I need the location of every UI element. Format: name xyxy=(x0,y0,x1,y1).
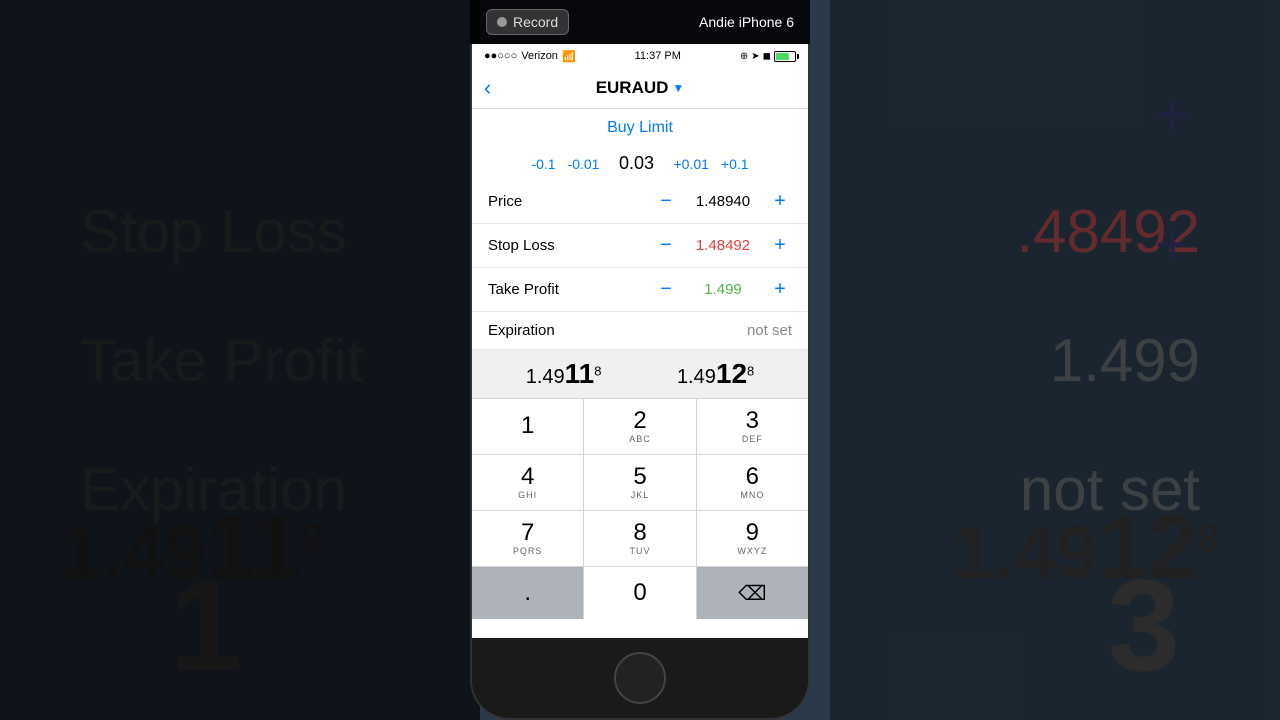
arrow-icon: ➤ xyxy=(751,51,759,62)
price-controls: − 1.48940 + xyxy=(654,190,792,213)
status-right: ⊕ ➤ ◼ xyxy=(740,51,796,62)
stop-loss-value: 1.48492 xyxy=(688,237,758,254)
phone-wrapper: Record Andie iPhone 6 ●●○○○ Verizon 📶 11… xyxy=(470,0,810,720)
device-name: Andie iPhone 6 xyxy=(699,14,794,30)
nav-title: EURAUD ▼ xyxy=(596,78,685,98)
stop-loss-label: Stop Loss xyxy=(488,237,555,254)
battery-fill xyxy=(776,53,789,60)
key-5[interactable]: 5 JKL xyxy=(584,455,695,510)
kp-right-prefix: 1.49 xyxy=(677,366,716,388)
status-bar: ●●○○○ Verizon 📶 11:37 PM ⊕ ➤ ◼ xyxy=(472,44,808,68)
take-profit-value: 1.499 xyxy=(688,281,758,298)
kp-left-prefix: 1.49 xyxy=(526,366,565,388)
status-left: ●●○○○ Verizon 📶 xyxy=(484,50,576,63)
bluetooth-icon: ◼ xyxy=(763,51,771,62)
stop-loss-plus[interactable]: + xyxy=(768,234,792,257)
price-value: 1.48940 xyxy=(688,193,758,210)
battery-icon xyxy=(774,51,796,62)
backspace-icon: ⌫ xyxy=(738,581,766,606)
key-9[interactable]: 9 WXYZ xyxy=(697,511,808,566)
vol-minus-large[interactable]: -0.1 xyxy=(531,156,555,172)
key-backspace[interactable]: ⌫ xyxy=(697,567,808,619)
recording-bar: Record Andie iPhone 6 xyxy=(470,0,810,44)
key-1[interactable]: 1 xyxy=(472,399,583,454)
key-6[interactable]: 6 MNO xyxy=(697,455,808,510)
kp-right-highlight: 12 xyxy=(716,358,747,389)
dark-overlay-left xyxy=(0,0,480,720)
expiration-row: Expiration not set xyxy=(472,312,808,350)
signal-dots: ●●○○○ xyxy=(484,50,517,62)
kp-right-super: 8 xyxy=(747,363,754,378)
nav-bar: ‹ EURAUD ▼ xyxy=(472,68,808,109)
take-profit-minus[interactable]: − xyxy=(654,278,678,301)
record-label: Record xyxy=(513,14,558,30)
key-4[interactable]: 4 GHI xyxy=(472,455,583,510)
expiration-value: not set xyxy=(747,322,792,339)
key-7[interactable]: 7 PQRS xyxy=(472,511,583,566)
key-8[interactable]: 8 TUV xyxy=(584,511,695,566)
take-profit-plus[interactable]: + xyxy=(768,278,792,301)
price-label: Price xyxy=(488,193,522,210)
keypad: 1 2 ABC 3 DEF 4 GHI xyxy=(472,399,808,619)
take-profit-controls: − 1.499 + xyxy=(654,278,792,301)
currency-pair: EURAUD xyxy=(596,78,669,98)
volume-controls: -0.1 -0.01 0.03 +0.01 +0.1 xyxy=(472,147,808,180)
vol-plus-large[interactable]: +0.1 xyxy=(721,156,749,172)
take-profit-row: Take Profit − 1.499 + xyxy=(472,268,808,312)
back-button[interactable]: ‹ xyxy=(484,75,491,101)
phone-body: ●●○○○ Verizon 📶 11:37 PM ⊕ ➤ ◼ ‹ EU xyxy=(470,44,810,720)
home-button[interactable] xyxy=(614,652,666,704)
stop-loss-row: Stop Loss − 1.48492 + xyxy=(472,224,808,268)
kp-left-super: 8 xyxy=(594,363,601,378)
form-section: Price − 1.48940 + Stop Loss − 1.48492 + xyxy=(472,180,808,638)
key-dot[interactable]: . xyxy=(472,567,583,619)
app-content: ‹ EURAUD ▼ Buy Limit -0.1 -0.01 0.03 +0.… xyxy=(472,68,808,638)
vol-value: 0.03 xyxy=(611,153,661,174)
carrier: Verizon xyxy=(521,50,558,62)
record-button[interactable]: Record xyxy=(486,9,569,35)
record-dot xyxy=(497,17,507,27)
stop-loss-minus[interactable]: − xyxy=(654,234,678,257)
vol-minus-small[interactable]: -0.01 xyxy=(568,156,600,172)
take-profit-label: Take Profit xyxy=(488,281,559,298)
kp-left-value: 1.49118 xyxy=(526,358,602,390)
kp-left-highlight: 11 xyxy=(565,358,595,389)
price-plus[interactable]: + xyxy=(768,190,792,213)
location-icon: ⊕ xyxy=(740,51,748,62)
expiration-label: Expiration xyxy=(488,322,555,339)
battery-tip xyxy=(797,54,799,59)
key-3[interactable]: 3 DEF xyxy=(697,399,808,454)
price-minus[interactable]: − xyxy=(654,190,678,213)
vol-plus-small[interactable]: +0.01 xyxy=(673,156,708,172)
keypad-display: 1.49118 1.49128 xyxy=(472,350,808,399)
dark-overlay-right xyxy=(830,0,1280,720)
dropdown-arrow[interactable]: ▼ xyxy=(672,81,684,95)
trade-type-label: Buy Limit xyxy=(472,109,808,147)
kp-right-value: 1.49128 xyxy=(677,358,754,390)
key-0[interactable]: 0 xyxy=(584,567,695,619)
wifi-icon: 📶 xyxy=(562,50,576,63)
key-2[interactable]: 2 ABC xyxy=(584,399,695,454)
stop-loss-controls: − 1.48492 + xyxy=(654,234,792,257)
status-time: 11:37 PM xyxy=(635,50,681,62)
price-row: Price − 1.48940 + xyxy=(472,180,808,224)
phone-bottom xyxy=(472,638,808,718)
